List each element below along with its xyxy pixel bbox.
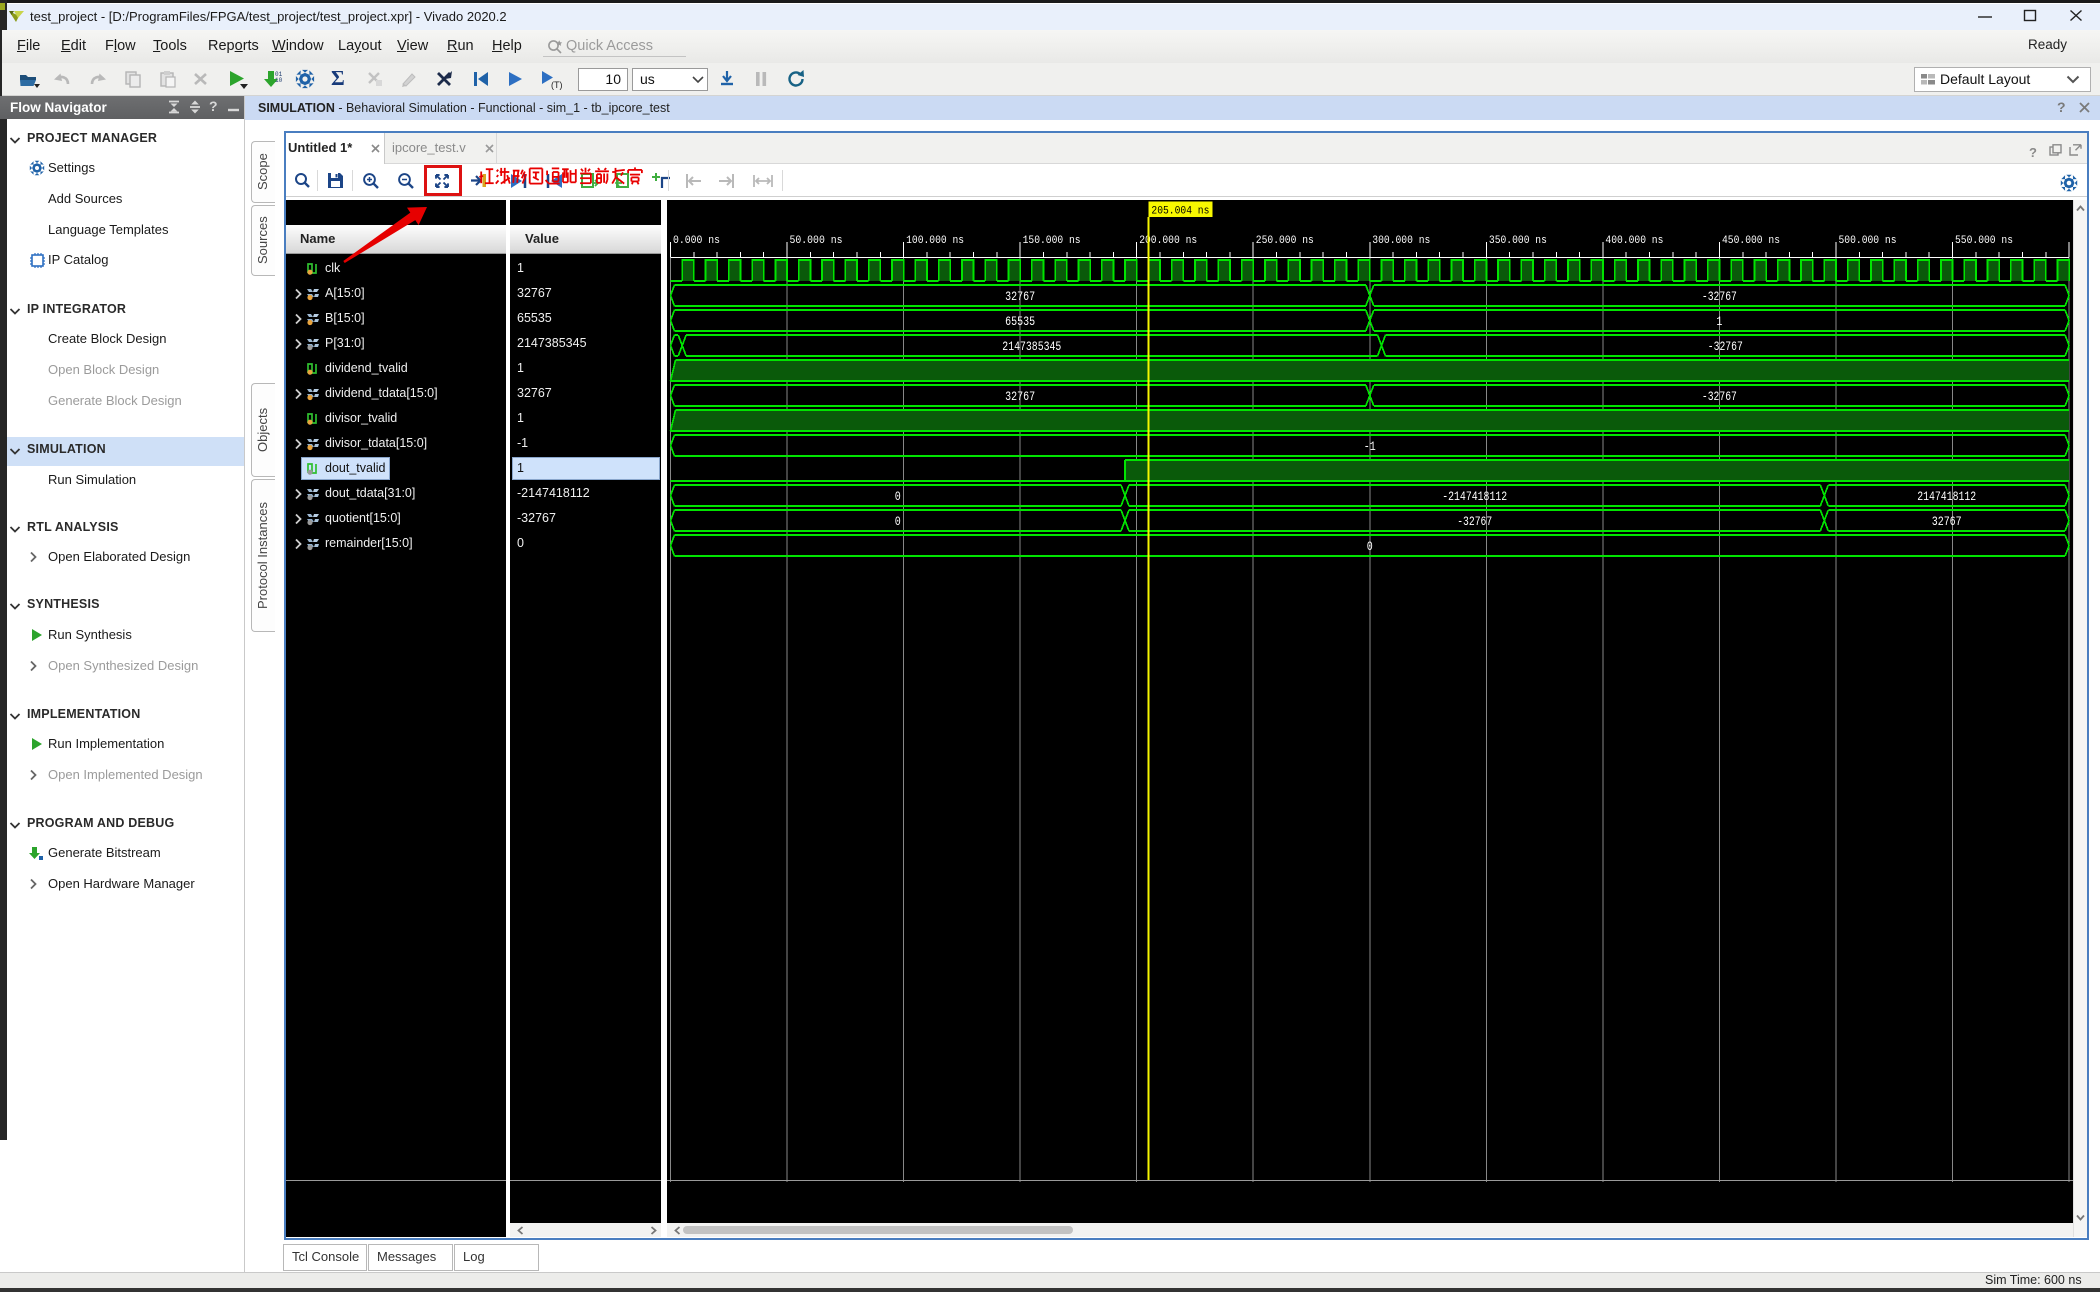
svg-text:250.000 ns: 250.000 ns xyxy=(1256,235,1314,247)
svg-text:2147385345: 2147385345 xyxy=(1002,339,1061,354)
svg-text:-32767: -32767 xyxy=(1708,339,1743,354)
svg-text:0.000 ns: 0.000 ns xyxy=(673,235,720,247)
svg-text:-2147418112: -2147418112 xyxy=(1442,489,1507,504)
svg-text:0: 0 xyxy=(895,514,901,529)
svg-text:2147418112: 2147418112 xyxy=(1917,489,1976,504)
svg-text:-32767: -32767 xyxy=(1702,389,1737,404)
svg-text:(T): (T) xyxy=(551,80,563,90)
svg-text:205.004 ns: 205.004 ns xyxy=(1151,206,1209,218)
svg-text:10: 10 xyxy=(275,77,283,84)
svg-text:500.000 ns: 500.000 ns xyxy=(1839,235,1897,247)
svg-text:0: 0 xyxy=(895,489,901,504)
svg-text:32767: 32767 xyxy=(1932,514,1962,529)
svg-text:400.000 ns: 400.000 ns xyxy=(1605,235,1663,247)
svg-text:300.000 ns: 300.000 ns xyxy=(1372,235,1430,247)
svg-text:-32767: -32767 xyxy=(1702,289,1737,304)
svg-text:-1: -1 xyxy=(1364,439,1376,454)
svg-text:1: 1 xyxy=(1716,314,1722,329)
svg-text:100.000 ns: 100.000 ns xyxy=(906,235,964,247)
svg-text:32767: 32767 xyxy=(1005,289,1035,304)
svg-text:32767: 32767 xyxy=(1005,389,1035,404)
svg-text:-32767: -32767 xyxy=(1457,514,1492,529)
svg-text:450.000 ns: 450.000 ns xyxy=(1722,235,1780,247)
svg-text:350.000 ns: 350.000 ns xyxy=(1489,235,1547,247)
svg-text:50.000 ns: 50.000 ns xyxy=(790,235,843,247)
svg-text:550.000 ns: 550.000 ns xyxy=(1955,235,2013,247)
svg-text:0: 0 xyxy=(1367,539,1373,554)
svg-text:65535: 65535 xyxy=(1005,314,1035,329)
svg-text:150.000 ns: 150.000 ns xyxy=(1023,235,1081,247)
